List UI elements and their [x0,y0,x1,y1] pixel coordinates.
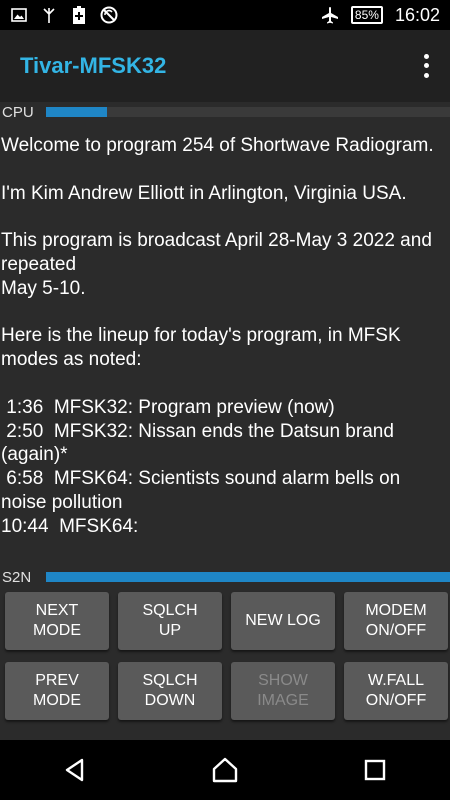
new-log-button[interactable]: NEW LOG [231,592,335,650]
modem-toggle-button[interactable]: MODEM ON/OFF [344,592,448,650]
battery-indicator: 85% [350,6,383,24]
s2n-meter-track [46,572,450,582]
antenna-icon [40,6,58,24]
nav-bar [0,740,450,800]
cpu-label: CPU [2,103,34,121]
recents-icon[interactable] [355,750,395,790]
log-text[interactable]: Welcome to program 254 of Shortwave Radi… [0,134,449,562]
app-title: Tivar-MFSK32 [20,53,167,78]
waterfall-toggle-button[interactable]: W.FALL ON/OFF [344,662,448,720]
squelch-down-button[interactable]: SQLCH DOWN [118,662,222,720]
home-icon[interactable] [205,750,245,790]
airplane-icon [321,6,339,24]
back-icon[interactable] [55,750,95,790]
no-sync-icon [100,6,118,24]
show-image-button[interactable]: SHOW IMAGE [231,662,335,720]
cpu-meter: CPU [0,102,450,122]
s2n-meter: S2N [0,567,450,587]
s2n-meter-fill [46,572,450,582]
cpu-meter-track [46,107,450,117]
clock: 16:02 [394,4,440,25]
button-grid: NEXT MODE SQLCH UP NEW LOG MODEM ON/OFF … [0,592,450,720]
app-bar: Tivar-MFSK32 [0,30,450,102]
cpu-meter-fill [46,107,107,117]
overflow-menu-icon[interactable] [416,52,436,80]
status-bar: 85% 16:02 [0,0,450,30]
image-icon [10,6,28,24]
next-mode-button[interactable]: NEXT MODE [5,592,109,650]
battery-saver-icon [70,6,88,24]
squelch-up-button[interactable]: SQLCH UP [118,592,222,650]
prev-mode-button[interactable]: PREV MODE [5,662,109,720]
s2n-label: S2N [2,568,32,586]
